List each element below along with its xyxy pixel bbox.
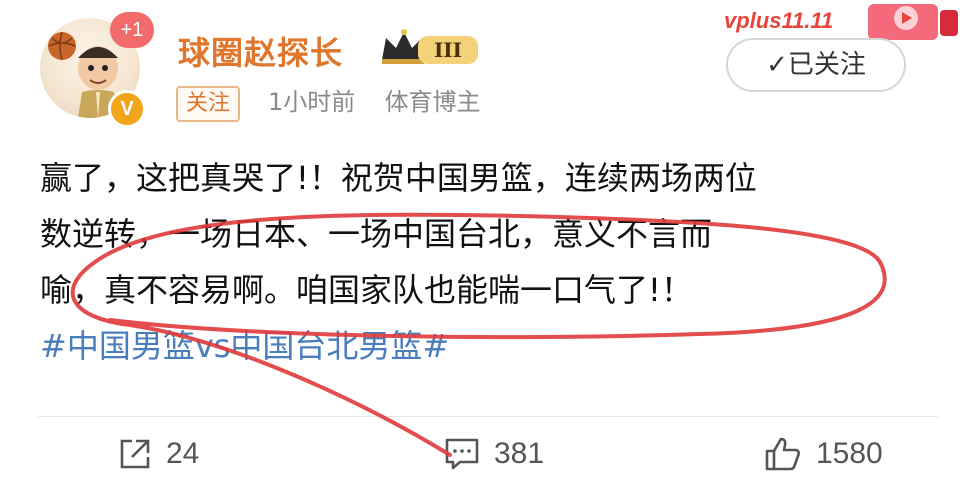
share-count: 24 [166, 437, 200, 470]
promo-banner[interactable]: vplus11.11 [718, 0, 960, 42]
comment-button[interactable]: 381 [444, 432, 544, 476]
new-follower-badge: +1 [110, 12, 154, 48]
post-time: 1小时前 [268, 88, 356, 116]
post-meta: 1小时前 体育博主 [268, 86, 481, 118]
thumbs-up-icon [765, 437, 800, 471]
promo-text: vplus11.11 [724, 8, 833, 33]
author-role: 体育博主 [384, 88, 481, 116]
followed-button[interactable]: ✓已关注 [726, 38, 906, 92]
author-name[interactable]: 球圈赵探长 [178, 28, 343, 74]
comment-count: 381 [494, 437, 545, 470]
like-button[interactable]: 1580 [764, 432, 883, 476]
hashtag-link[interactable]: #中国男篮vs中国台北男篮# [40, 318, 940, 374]
level-text: III [434, 38, 462, 62]
level-crown-badge-icon: III [382, 29, 478, 64]
content-line: 数逆转，一场日本、一场中国台北，意义不言而 [40, 215, 713, 253]
divider [38, 416, 938, 417]
share-button[interactable]: 24 [118, 432, 199, 476]
follow-tag[interactable]: 关注 [176, 86, 241, 122]
content-line: 喻，真不容易啊。咱国家队也能喘一口气了!！ [40, 271, 693, 309]
share-icon [120, 439, 150, 469]
content-line: 赢了，这把真哭了!！祝贺中国男篮，连续两场两位 [40, 159, 757, 197]
like-count: 1580 [816, 437, 883, 470]
post-content: 赢了，这把真哭了!！祝贺中国男篮，连续两场两位 数逆转，一场日本、一场中国台北，… [40, 150, 940, 374]
author-avatar-area[interactable]: +1 V [40, 12, 154, 128]
verified-badge-icon: V [108, 90, 146, 128]
comment-icon [445, 438, 479, 470]
